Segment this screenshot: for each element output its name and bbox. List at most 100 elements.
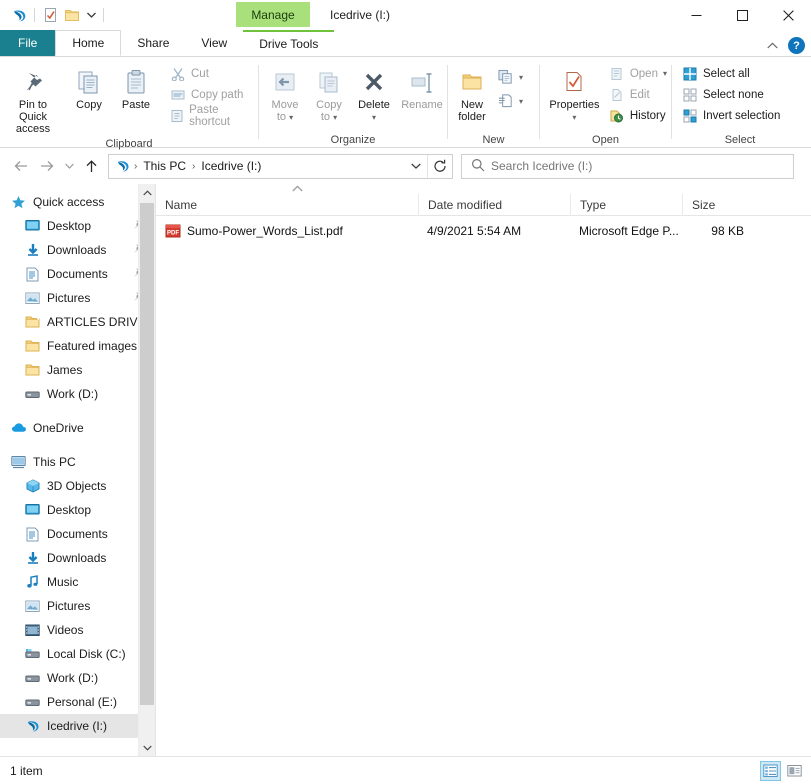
cut-button[interactable]: Cut bbox=[166, 63, 258, 84]
properties-button[interactable]: Properties ▾ bbox=[544, 61, 605, 126]
open-caret-icon[interactable]: ▾ bbox=[663, 69, 667, 78]
select-none-label: Select none bbox=[703, 88, 764, 101]
sidebar-item-local-disk-c[interactable]: Local Disk (C:) bbox=[0, 642, 155, 666]
breadcrumb-item-icedrive[interactable]: Icedrive (I:) bbox=[198, 159, 264, 173]
paste-button[interactable]: Paste bbox=[112, 61, 160, 113]
select-commands: Select all Select none Invert selection bbox=[678, 61, 784, 126]
open-button[interactable]: Open ▾ bbox=[605, 63, 671, 84]
minimize-button[interactable] bbox=[673, 0, 719, 30]
copy-to-button[interactable]: Copy to ▾ bbox=[307, 61, 351, 126]
back-button[interactable] bbox=[8, 153, 34, 179]
sidebar-item-documents[interactable]: Documents bbox=[0, 262, 155, 286]
sidebar-item-james[interactable]: James bbox=[0, 358, 155, 382]
scroll-up-icon[interactable] bbox=[139, 184, 155, 201]
address-bar[interactable]: › This PC › Icedrive (I:) bbox=[108, 153, 453, 179]
new-folder-icon[interactable] bbox=[61, 4, 83, 26]
column-headers: Name Date modified Type Size bbox=[156, 193, 811, 216]
move-to-button[interactable]: Move to ▾ bbox=[263, 61, 307, 126]
contextual-tab-manage[interactable]: Manage bbox=[236, 2, 310, 27]
history-button[interactable]: History bbox=[605, 105, 671, 126]
help-icon[interactable]: ? bbox=[788, 37, 805, 54]
sidebar-item-3d-objects[interactable]: 3D Objects bbox=[0, 474, 155, 498]
sidebar-item-pictures[interactable]: Pictures bbox=[0, 286, 155, 310]
qat-customize-caret-icon[interactable] bbox=[83, 4, 99, 26]
tab-view[interactable]: View bbox=[185, 30, 243, 56]
sidebar-label: Music bbox=[47, 575, 79, 589]
sidebar-item-articles-drive[interactable]: ARTICLES DRIVE bbox=[0, 310, 155, 334]
search-input[interactable]: Search Icedrive (I:) bbox=[461, 153, 794, 179]
copy-button[interactable]: Copy bbox=[66, 61, 112, 113]
column-header-type[interactable]: Type bbox=[570, 193, 682, 216]
select-all-button[interactable]: Select all bbox=[678, 63, 784, 84]
sidebar-item-videos[interactable]: Videos bbox=[0, 618, 155, 642]
sidebar-item-icedrive[interactable]: Icedrive (I:) bbox=[0, 714, 155, 738]
sidebar-item-documents-pc[interactable]: Documents bbox=[0, 522, 155, 546]
forward-button[interactable] bbox=[34, 153, 60, 179]
ribbon-group-label-organize: Organize bbox=[330, 134, 376, 146]
navigation-scrollbar[interactable] bbox=[138, 184, 155, 756]
sidebar-item-featured-images[interactable]: Featured images bbox=[0, 334, 155, 358]
select-all-icon bbox=[682, 66, 698, 82]
up-button[interactable] bbox=[78, 153, 104, 179]
pin-to-quick-access-button[interactable]: Pin to Quick access bbox=[0, 61, 66, 137]
sidebar-item-personal-e[interactable]: Personal (E:) bbox=[0, 690, 155, 714]
tab-home[interactable]: Home bbox=[55, 30, 122, 56]
sidebar-item-quick-access[interactable]: Quick access bbox=[0, 190, 155, 214]
address-dropdown-icon[interactable] bbox=[405, 155, 427, 178]
sidebar-label: Documents bbox=[47, 527, 108, 541]
breadcrumb-sep-1[interactable]: › bbox=[191, 161, 196, 172]
select-none-button[interactable]: Select none bbox=[678, 84, 784, 105]
sidebar-item-this-pc[interactable]: This PC bbox=[0, 450, 155, 474]
sidebar-item-work-d-quick[interactable]: Work (D:) bbox=[0, 382, 155, 406]
paste-shortcut-button[interactable]: Paste shortcut bbox=[166, 104, 258, 128]
delete-icon bbox=[361, 63, 387, 97]
sidebar-item-desktop-pc[interactable]: Desktop bbox=[0, 498, 155, 522]
easy-access-caret-icon[interactable]: ▾ bbox=[519, 97, 523, 106]
maximize-button[interactable] bbox=[719, 0, 765, 30]
breadcrumb-drive-icon[interactable] bbox=[113, 158, 131, 174]
new-item-caret-icon[interactable]: ▾ bbox=[519, 73, 523, 82]
new-folder-button[interactable]: New folder bbox=[450, 61, 494, 125]
tab-drive-tools[interactable]: Drive Tools bbox=[243, 30, 335, 56]
new-item-button[interactable]: ▾ bbox=[494, 65, 527, 89]
invert-selection-button[interactable]: Invert selection bbox=[678, 105, 784, 126]
easy-access-button[interactable]: ▾ bbox=[494, 89, 527, 113]
large-icons-view-button[interactable] bbox=[784, 761, 805, 781]
details-view-button[interactable] bbox=[760, 760, 781, 781]
breadcrumb-item-this-pc[interactable]: This PC bbox=[140, 159, 189, 173]
icedrive-logo-icon[interactable] bbox=[8, 4, 30, 26]
column-header-size[interactable]: Size bbox=[682, 193, 754, 216]
scrollbar-thumb[interactable] bbox=[140, 203, 154, 705]
refresh-button[interactable] bbox=[428, 155, 452, 178]
ribbon-group-open: Properties ▾ Open ▾ Edit History Open bbox=[540, 57, 671, 148]
collapse-ribbon-icon[interactable] bbox=[764, 38, 780, 54]
column-header-name[interactable]: Name bbox=[156, 194, 418, 216]
sidebar-item-onedrive[interactable]: OneDrive bbox=[0, 416, 155, 440]
file-name-cell[interactable]: PDF Sumo-Power_Words_List.pdf bbox=[156, 220, 418, 241]
recent-locations-button[interactable] bbox=[60, 153, 78, 179]
scroll-down-icon[interactable] bbox=[139, 739, 155, 756]
properties-icon[interactable] bbox=[39, 4, 61, 26]
sidebar-item-work-d[interactable]: Work (D:) bbox=[0, 666, 155, 690]
sidebar-item-pictures-pc[interactable]: Pictures bbox=[0, 594, 155, 618]
sidebar-item-downloads-pc[interactable]: Downloads bbox=[0, 546, 155, 570]
sidebar-item-downloads[interactable]: Downloads bbox=[0, 238, 155, 262]
delete-button[interactable]: Delete ▾ bbox=[351, 61, 397, 126]
edit-button[interactable]: Edit bbox=[605, 84, 671, 105]
breadcrumb-sep-0[interactable]: › bbox=[133, 161, 138, 172]
sort-indicator-row bbox=[156, 184, 811, 194]
rename-button[interactable]: Rename bbox=[397, 61, 447, 113]
rename-icon bbox=[408, 63, 436, 97]
downloads-icon bbox=[24, 242, 41, 259]
sidebar-item-music[interactable]: Music bbox=[0, 570, 155, 594]
close-button[interactable] bbox=[765, 0, 811, 30]
table-row[interactable]: PDF Sumo-Power_Words_List.pdf 4/9/2021 5… bbox=[156, 220, 811, 241]
copy-path-button[interactable]: Copy path bbox=[166, 84, 258, 105]
column-header-date-modified[interactable]: Date modified bbox=[418, 193, 570, 216]
ribbon-group-label-clipboard: Clipboard bbox=[105, 138, 153, 150]
copy-label: Copy bbox=[76, 99, 102, 111]
scrollbar-track[interactable] bbox=[139, 201, 155, 739]
tab-share[interactable]: Share bbox=[121, 30, 185, 56]
tab-file[interactable]: File bbox=[0, 30, 56, 56]
sidebar-item-desktop[interactable]: Desktop bbox=[0, 214, 155, 238]
